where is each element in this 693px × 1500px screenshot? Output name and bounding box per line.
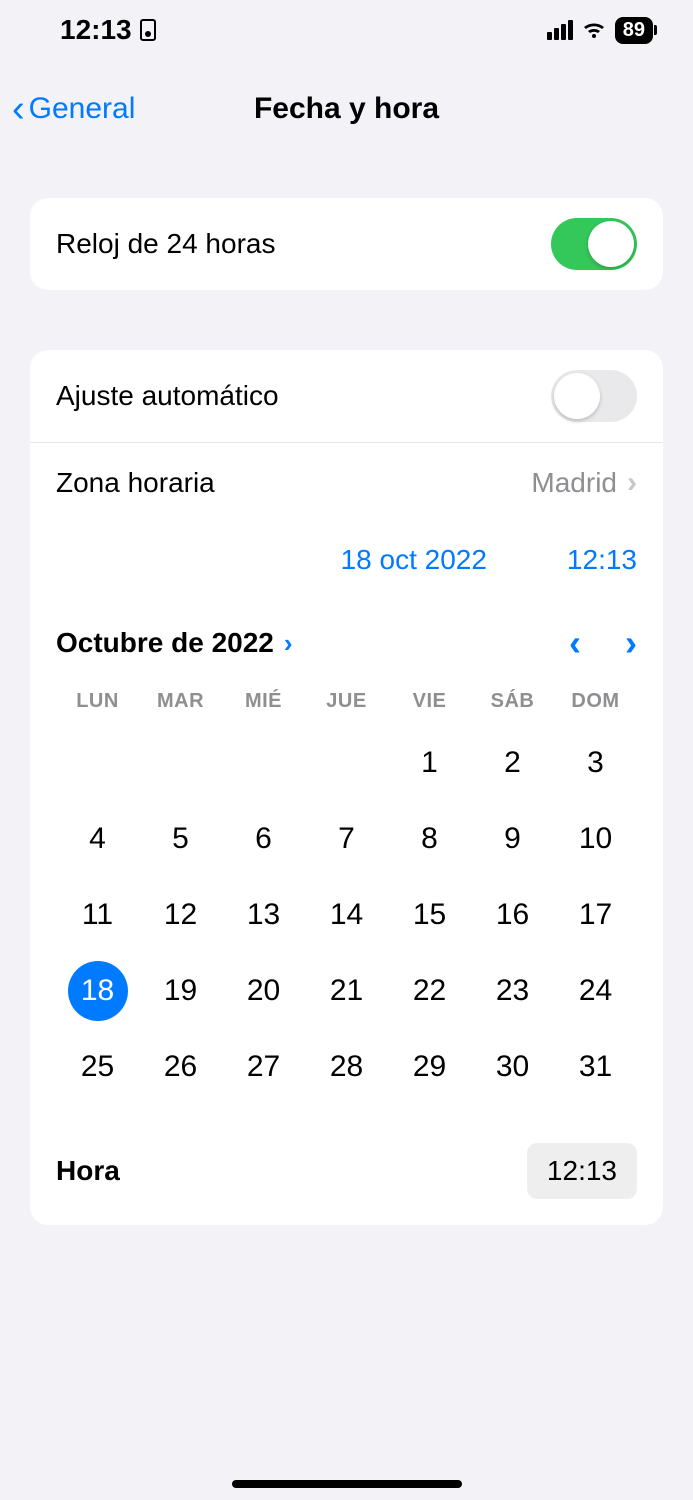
switch-knob (588, 221, 634, 267)
calendar-day[interactable]: 20 (222, 953, 305, 1029)
calendar-header: Octubre de 2022 › ‹ › (56, 612, 637, 682)
status-bar: 12:13 89 (0, 0, 693, 60)
calendar-empty (305, 725, 388, 801)
label-auto-set: Ajuste automático (56, 380, 279, 412)
calendar-day[interactable]: 5 (139, 801, 222, 877)
calendar-dow: DOM (554, 682, 637, 725)
wifi-icon (581, 20, 607, 40)
calendar-day[interactable]: 9 (471, 801, 554, 877)
calendar-dow: LUN (56, 682, 139, 725)
calendar-day[interactable]: 27 (222, 1029, 305, 1105)
calendar-day[interactable]: 14 (305, 877, 388, 953)
timezone-text: Madrid (531, 467, 617, 499)
label-timezone: Zona horaria (56, 467, 215, 499)
calendar-day[interactable]: 28 (305, 1029, 388, 1105)
back-label: General (29, 92, 136, 126)
label-hora: Hora (56, 1155, 120, 1187)
calendar-empty (56, 725, 139, 801)
switch-auto-set[interactable] (551, 370, 637, 422)
nav-header: ‹ General Fecha y hora (0, 60, 693, 158)
calendar-day[interactable]: 6 (222, 801, 305, 877)
calendar-day[interactable]: 24 (554, 953, 637, 1029)
calendar-dow: MAR (139, 682, 222, 725)
calendar-day[interactable]: 15 (388, 877, 471, 953)
time-picker-button[interactable]: 12:13 (527, 1143, 637, 1199)
calendar-day[interactable]: 16 (471, 877, 554, 953)
calendar-grid: LUNMARMIÉJUEVIESÁBDOM1234567891011121314… (56, 682, 637, 1105)
row-hora: Hora 12:13 (30, 1129, 663, 1225)
calendar-day[interactable]: 19 (139, 953, 222, 1029)
calendar-nav: ‹ › (569, 622, 637, 664)
calendar-day[interactable]: 30 (471, 1029, 554, 1105)
chevron-left-icon: ‹ (12, 90, 25, 128)
row-24h-clock: Reloj de 24 horas (30, 198, 663, 290)
calendar-day[interactable]: 31 (554, 1029, 637, 1105)
chevron-right-icon: › (627, 466, 637, 500)
calendar-day[interactable]: 10 (554, 801, 637, 877)
calendar-day[interactable]: 7 (305, 801, 388, 877)
status-right: 89 (547, 17, 653, 44)
date-button[interactable]: 18 oct 2022 (341, 544, 487, 576)
row-auto-set: Ajuste automático (30, 350, 663, 442)
calendar-day[interactable]: 1 (388, 725, 471, 801)
calendar-dow: VIE (388, 682, 471, 725)
calendar-day[interactable]: 22 (388, 953, 471, 1029)
calendar-month-label: Octubre de 2022 (56, 627, 274, 659)
calendar-month-button[interactable]: Octubre de 2022 › (56, 627, 293, 659)
row-timezone[interactable]: Zona horaria Madrid › (30, 442, 663, 522)
calendar-day[interactable]: 11 (56, 877, 139, 953)
calendar-day[interactable]: 25 (56, 1029, 139, 1105)
calendar-day[interactable]: 8 (388, 801, 471, 877)
time-button[interactable]: 12:13 (567, 544, 637, 576)
calendar-day[interactable]: 26 (139, 1029, 222, 1105)
sim-icon (140, 19, 156, 41)
calendar-dow: JUE (305, 682, 388, 725)
calendar-day[interactable]: 17 (554, 877, 637, 953)
calendar-day[interactable]: 3 (554, 725, 637, 801)
calendar-empty (222, 725, 305, 801)
calendar-day[interactable]: 21 (305, 953, 388, 1029)
calendar-empty (139, 725, 222, 801)
calendar-dow: SÁB (471, 682, 554, 725)
status-time: 12:13 (60, 14, 132, 46)
calendar-dow: MIÉ (222, 682, 305, 725)
cell-signal-icon (547, 20, 573, 40)
calendar-next-button[interactable]: › (625, 622, 637, 664)
calendar-day[interactable]: 23 (471, 953, 554, 1029)
calendar-day[interactable]: 2 (471, 725, 554, 801)
label-24h-clock: Reloj de 24 horas (56, 228, 275, 260)
calendar-day[interactable]: 29 (388, 1029, 471, 1105)
card-date-settings: Ajuste automático Zona horaria Madrid › … (30, 350, 663, 1225)
row-datetime-buttons: 18 oct 2022 12:13 (30, 522, 663, 598)
calendar: Octubre de 2022 › ‹ › LUNMARMIÉJUEVIESÁB… (30, 598, 663, 1129)
switch-knob (554, 373, 600, 419)
calendar-day[interactable]: 12 (139, 877, 222, 953)
calendar-prev-button[interactable]: ‹ (569, 622, 581, 664)
home-indicator[interactable] (232, 1480, 462, 1488)
battery-icon: 89 (615, 17, 653, 44)
value-timezone: Madrid › (531, 466, 637, 500)
calendar-day[interactable]: 18 (56, 953, 139, 1029)
page-title: Fecha y hora (254, 92, 439, 126)
calendar-day[interactable]: 13 (222, 877, 305, 953)
back-button[interactable]: ‹ General (12, 90, 135, 128)
status-left: 12:13 (60, 14, 156, 46)
calendar-day[interactable]: 4 (56, 801, 139, 877)
chevron-right-icon: › (284, 628, 293, 659)
switch-24h-clock[interactable] (551, 218, 637, 270)
card-24h: Reloj de 24 horas (30, 198, 663, 290)
